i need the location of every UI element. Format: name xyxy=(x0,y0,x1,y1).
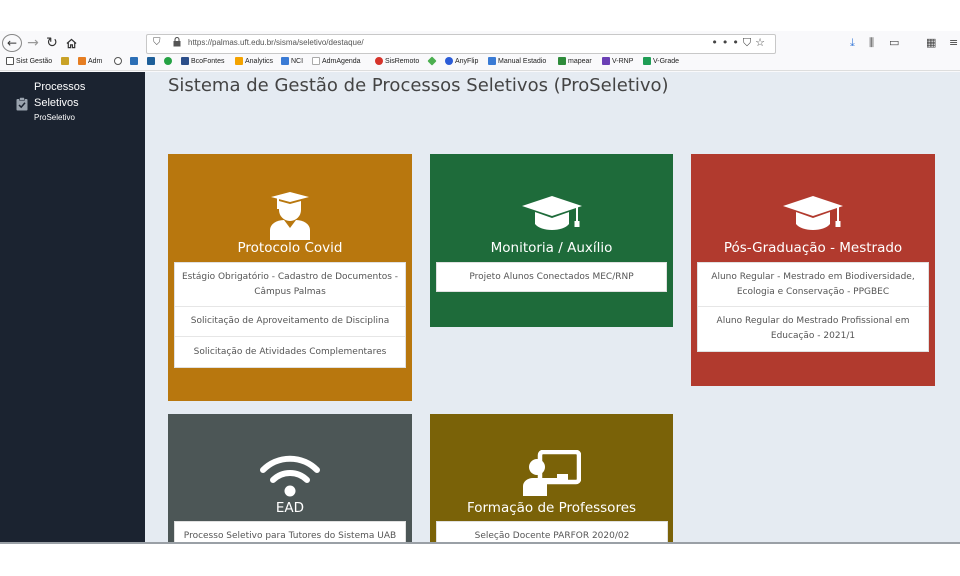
card-list: Seleção Docente PARFOR 2020/02 xyxy=(436,521,668,542)
list-item[interactable]: Solicitação de Atividades Complementares xyxy=(175,337,405,367)
bookmark-favicon-icon xyxy=(78,57,86,65)
url-text[interactable]: https://palmas.uft.edu.br/sisma/seletivo… xyxy=(188,38,364,47)
card-monitoria-auxilio: Monitoria / Auxílio Projeto Alunos Conec… xyxy=(430,154,673,327)
list-item[interactable]: Aluno Regular do Mestrado Profissional e… xyxy=(698,307,928,351)
browser-window: ← → ↻ ⛉ https://palmas.uft.edu.br/sisma/… xyxy=(0,31,960,544)
taskbar-strip xyxy=(0,542,960,544)
card-pos-graduacao-mestrado: Pós-Graduação - Mestrado Aluno Regular -… xyxy=(691,154,935,386)
whatsapp-icon xyxy=(164,57,172,65)
lock-icon xyxy=(173,37,181,47)
bookmarks-bar: Sist Gestão Adm BcoFontes Analytics NCI … xyxy=(0,56,960,71)
card-title[interactable]: Protocolo Covid xyxy=(168,240,412,256)
bookmark-item[interactable]: mapear xyxy=(558,57,592,65)
bookmark-favicon-icon xyxy=(643,57,651,65)
page-icon xyxy=(312,57,320,65)
card-ead: EAD Processo Seletivo para Tutores do Si… xyxy=(168,414,412,542)
bookmark-favicon-icon xyxy=(427,56,437,66)
list-item[interactable]: Estágio Obrigatório - Cadastro de Docume… xyxy=(175,263,405,307)
home-button[interactable] xyxy=(62,34,80,52)
bookmark-item[interactable]: NCI xyxy=(281,57,303,65)
card-list: Aluno Regular - Mestrado em Biodiversida… xyxy=(697,262,929,352)
page-title: Sistema de Gestão de Processos Seletivos… xyxy=(168,75,669,96)
back-button[interactable]: ← xyxy=(2,34,22,52)
analytics-icon xyxy=(235,57,243,65)
navigation-toolbar: ← → ↻ ⛉ https://palmas.uft.edu.br/sisma/… xyxy=(0,31,960,55)
download-icon[interactable]: ⤓ xyxy=(850,36,855,50)
reload-icon: ↻ xyxy=(46,35,58,51)
card-title[interactable]: Pós-Graduação - Mestrado xyxy=(691,240,935,256)
page-actions[interactable]: •••⛉☆ xyxy=(711,36,769,50)
bookmark-item[interactable]: AdmAgenda xyxy=(312,57,361,65)
bookmark-item[interactable] xyxy=(61,57,69,65)
extensions-icon[interactable]: ▦ xyxy=(926,36,936,49)
home-icon xyxy=(66,38,76,48)
card-list: Estágio Obrigatório - Cadastro de Docume… xyxy=(174,262,406,368)
pocket-icon[interactable]: ⛉ xyxy=(743,36,755,49)
bookmark-item[interactable] xyxy=(130,57,138,65)
card-list: Projeto Alunos Conectados MEC/RNP xyxy=(436,262,667,292)
list-item[interactable]: Projeto Alunos Conectados MEC/RNP xyxy=(437,263,666,291)
bookmark-item[interactable]: Adm xyxy=(78,57,102,65)
bookmark-favicon-icon xyxy=(130,57,138,65)
shield-icon[interactable]: ⛉ xyxy=(153,37,161,48)
bookmark-item[interactable]: Analytics xyxy=(235,57,273,65)
clipboard-check-icon xyxy=(16,97,28,111)
folder-icon xyxy=(6,57,14,65)
card-list: Processo Seletivo para Tutores do Sistem… xyxy=(174,521,406,542)
address-bar[interactable]: ⛉ https://palmas.uft.edu.br/sisma/seleti… xyxy=(146,34,776,54)
bookmark-item[interactable]: AnyFlip xyxy=(445,57,478,65)
star-icon[interactable]: ☆ xyxy=(755,36,769,49)
bookmark-item[interactable] xyxy=(114,57,122,65)
bookmark-item[interactable]: SisRemoto xyxy=(375,57,419,65)
sidebar: Processos Seletivos ProSeletivo xyxy=(0,72,145,542)
reload-button[interactable]: ↻ xyxy=(43,34,61,52)
bookmark-favicon-icon xyxy=(147,57,155,65)
bookmark-item[interactable] xyxy=(164,57,172,65)
anyflip-icon xyxy=(445,57,453,65)
graduate-student-icon xyxy=(270,192,310,240)
list-item[interactable]: Aluno Regular - Mestrado em Biodiversida… xyxy=(698,263,928,307)
page-content: Processos Seletivos ProSeletivo Sistema … xyxy=(0,72,960,542)
bookmark-item[interactable]: V-RNP xyxy=(602,57,633,65)
sidebar-title[interactable]: Processos Seletivos xyxy=(34,79,124,111)
bookmark-favicon-icon xyxy=(281,57,289,65)
list-item[interactable]: Seleção Docente PARFOR 2020/02 xyxy=(437,522,667,542)
graduation-cap-icon xyxy=(521,196,582,230)
card-protocolo-covid: Protocolo Covid Estágio Obrigatório - Ca… xyxy=(168,154,412,401)
list-item[interactable]: Processo Seletivo para Tutores do Sistem… xyxy=(175,522,405,542)
arrow-left-icon: ← xyxy=(6,36,18,50)
card-title[interactable]: EAD xyxy=(168,500,412,516)
sidebar-toggle-icon[interactable]: ▭ xyxy=(889,36,899,49)
bookmark-item[interactable] xyxy=(147,57,155,65)
globe-icon xyxy=(114,57,122,65)
card-title[interactable]: Formação de Professores xyxy=(430,500,673,516)
wifi-icon xyxy=(260,455,320,497)
card-formacao-de-professores: Formação de Professores Seleção Docente … xyxy=(430,414,673,542)
bookmark-favicon-icon xyxy=(181,57,189,65)
graduation-cap-icon xyxy=(783,196,843,230)
list-item[interactable]: Solicitação de Aproveitamento de Discipl… xyxy=(175,307,405,337)
bookmark-item[interactable] xyxy=(427,56,437,66)
bookmark-item[interactable]: BcoFontes xyxy=(181,57,224,65)
arrow-right-icon: → xyxy=(27,35,39,51)
bookmark-favicon-icon xyxy=(602,57,610,65)
sidebar-item-proseletivo[interactable]: ProSeletivo xyxy=(34,113,75,122)
menu-icon[interactable]: ≡ xyxy=(949,36,958,49)
bookmark-favicon-icon xyxy=(488,57,496,65)
map-icon xyxy=(558,57,566,65)
forward-button[interactable]: → xyxy=(24,34,42,52)
library-icon[interactable]: ⫼ xyxy=(869,36,874,50)
card-title[interactable]: Monitoria / Auxílio xyxy=(430,240,673,256)
teacher-board-icon xyxy=(522,450,581,496)
bookmark-favicon-icon xyxy=(61,57,69,65)
bookmark-item[interactable]: V-Grade xyxy=(643,57,679,65)
more-actions-icon[interactable]: ••• xyxy=(711,36,742,49)
bookmark-item[interactable]: Manual Estadio xyxy=(488,57,546,65)
bookmark-favicon-icon xyxy=(375,57,383,65)
bookmark-item[interactable]: Sist Gestão xyxy=(6,57,52,65)
